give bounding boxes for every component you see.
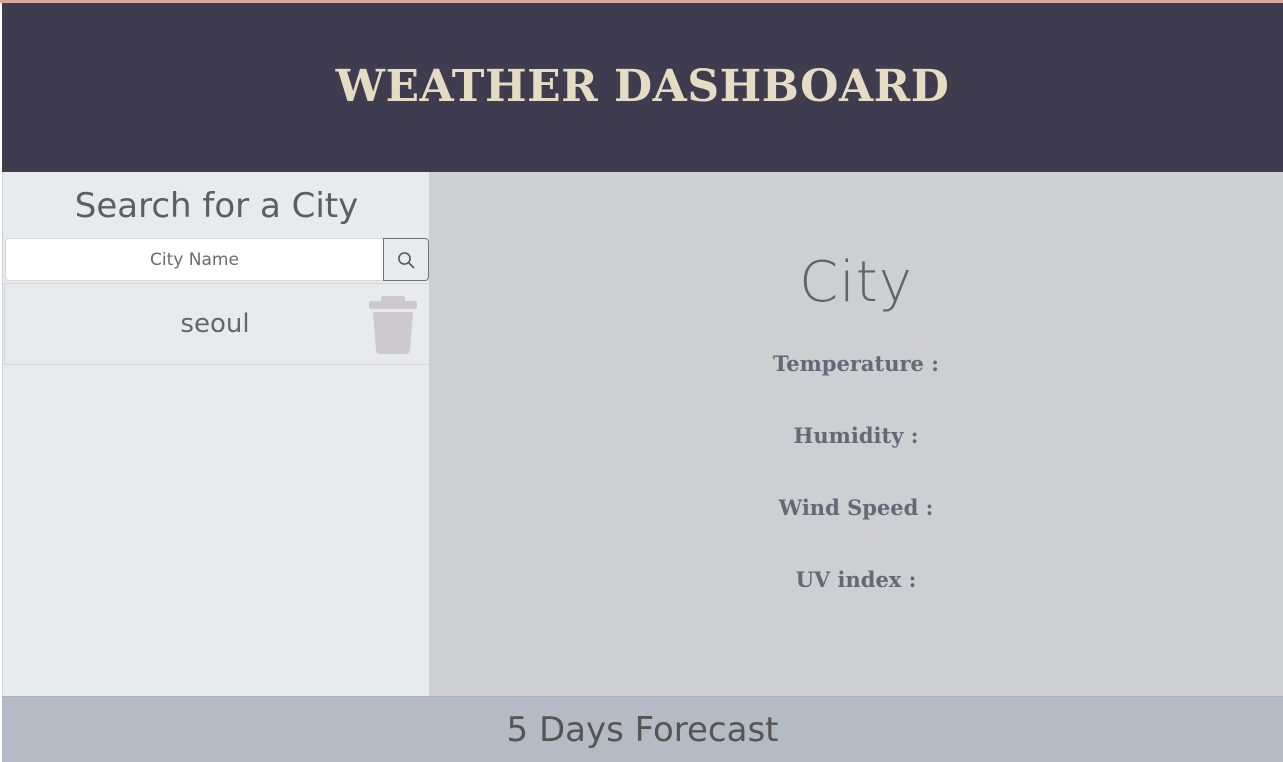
current-weather-panel: City Temperature : Humidity : Wind Speed… — [429, 172, 1283, 696]
header: WEATHER DASHBOARD — [2, 3, 1283, 172]
uv-index-label: UV index : — [795, 567, 917, 592]
history-item-label: seoul — [180, 309, 250, 339]
trash-icon — [369, 296, 417, 354]
delete-history-button[interactable] — [367, 296, 419, 354]
temperature-label: Temperature : — [773, 351, 939, 376]
history-item-seoul[interactable]: seoul — [4, 283, 430, 365]
humidity-label: Humidity : — [793, 423, 919, 448]
city-search-input[interactable] — [5, 238, 383, 281]
wind-speed-label: Wind Speed : — [778, 495, 934, 520]
sidebar-title: Search for a City — [74, 186, 359, 226]
city-name: City — [799, 250, 913, 315]
search-icon — [398, 251, 415, 268]
page-title: WEATHER DASHBOARD — [335, 61, 950, 112]
forecast-title: 5 Days Forecast — [506, 710, 779, 750]
weather-dashboard-app: WEATHER DASHBOARD Search for a City seou… — [0, 0, 1283, 762]
forecast-section: 5 Days Forecast — [2, 696, 1283, 762]
search-button[interactable] — [383, 238, 429, 281]
search-sidebar: Search for a City seoul — [2, 172, 430, 696]
search-bar — [5, 238, 429, 281]
